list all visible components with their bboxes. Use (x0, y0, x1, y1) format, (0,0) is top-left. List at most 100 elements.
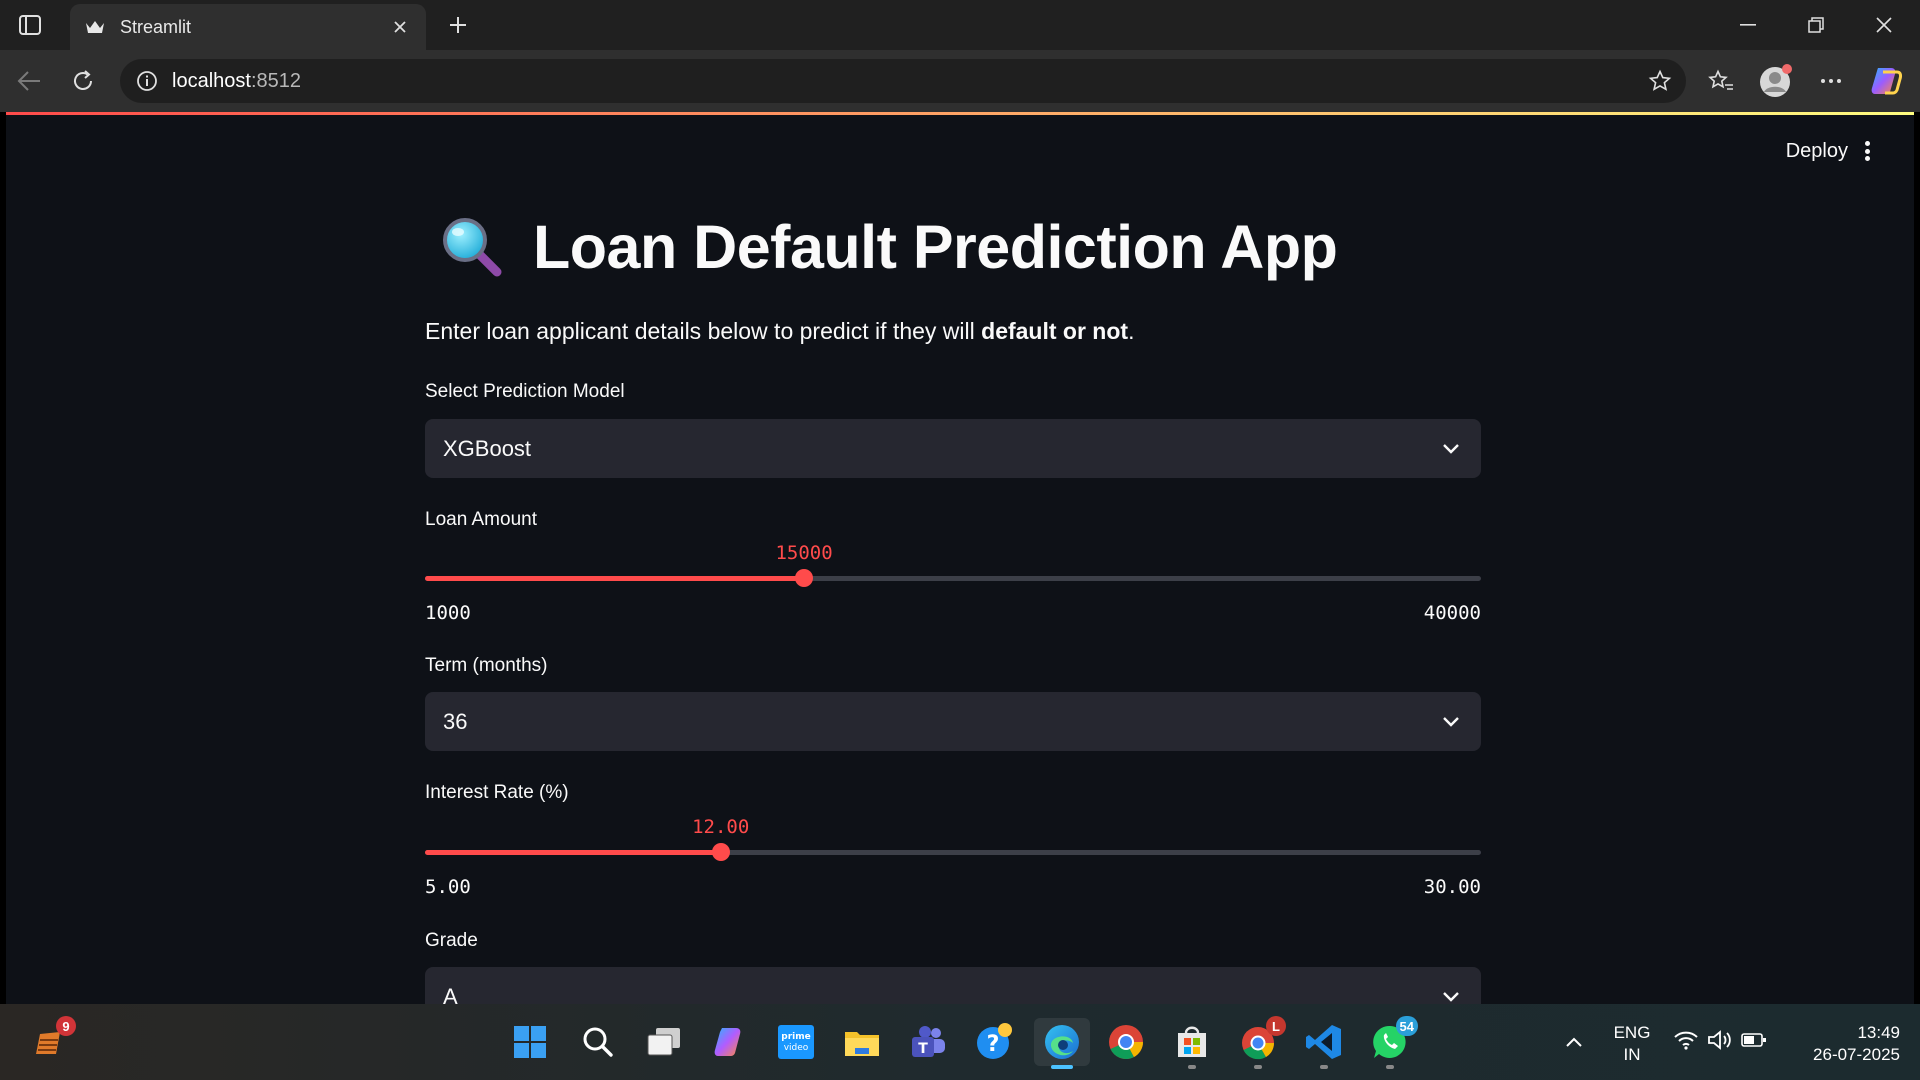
chevron-up-icon[interactable] (1550, 1018, 1598, 1066)
loan-amount-value: 15000 (775, 542, 833, 564)
close-tab-icon[interactable] (388, 15, 412, 39)
main-menu-icon[interactable] (1860, 138, 1874, 164)
volume-icon (1707, 1029, 1733, 1056)
subtitle-bold-text: default or not (981, 318, 1129, 344)
clock-date: 26-07-2025 (1813, 1045, 1900, 1064)
widgets-badge: 9 (56, 1016, 76, 1036)
running-indicator (1320, 1065, 1328, 1069)
task-view-icon[interactable] (640, 1018, 688, 1066)
term-select[interactable]: 36 (425, 692, 1481, 751)
slider-thumb[interactable] (711, 843, 730, 861)
search-icon[interactable] (574, 1018, 622, 1066)
tab-title: Streamlit (120, 16, 192, 37)
vscode-icon[interactable] (1300, 1018, 1348, 1069)
clock[interactable]: 13:49 26-07-2025 (1790, 1022, 1900, 1066)
windows-start-icon[interactable] (506, 1018, 554, 1066)
deploy-button[interactable]: Deploy (1786, 140, 1848, 163)
slider-track (425, 850, 1481, 855)
battery-icon (1741, 1032, 1767, 1053)
widgets-icon[interactable]: 9 (24, 1016, 76, 1066)
whatsapp-icon[interactable]: 54 (1366, 1016, 1418, 1069)
magnifying-glass-icon (441, 216, 503, 278)
streamlit-app-viewport: Deploy Loan Default Prediction App Enter… (6, 112, 1914, 1004)
slider-thumb[interactable] (795, 569, 814, 587)
term-select-label: Term (months) (425, 655, 548, 676)
system-tray[interactable] (1664, 1018, 1776, 1066)
profile-avatar-icon[interactable] (1755, 60, 1797, 102)
top-decoration-bar (6, 112, 1914, 115)
active-indicator (1051, 1065, 1073, 1069)
svg-text:video: video (784, 1043, 809, 1053)
subtitle-suffix: . (1128, 318, 1135, 344)
loan-amount-max: 40000 (1423, 602, 1481, 624)
chevron-down-icon (1431, 977, 1471, 1005)
browser-tab-streamlit[interactable]: Streamlit (70, 4, 426, 50)
more-menu-icon[interactable] (1810, 60, 1852, 102)
site-info-icon[interactable] (134, 68, 160, 94)
loan-amount-label: Loan Amount (425, 509, 537, 530)
svg-text:T: T (918, 1041, 928, 1057)
svg-text:?: ? (987, 1032, 1000, 1057)
chevron-down-icon (1431, 702, 1471, 742)
microsoft-store-icon[interactable] (1168, 1018, 1216, 1069)
url-text: localhost:8512 (172, 70, 301, 93)
clock-time: 13:49 (1857, 1023, 1900, 1042)
wifi-icon (1673, 1030, 1699, 1055)
running-indicator (1386, 1065, 1394, 1069)
loan-amount-min: 1000 (425, 602, 471, 624)
loan-amount-slider[interactable]: 15000 1000 40000 (425, 542, 1481, 624)
browser-tab-bar: Streamlit (0, 0, 1920, 50)
edge-browser-icon[interactable] (1034, 1018, 1090, 1069)
help-icon[interactable]: ? (970, 1018, 1018, 1066)
model-select[interactable]: XGBoost (425, 419, 1481, 478)
language-code: ENG (1613, 1023, 1651, 1042)
slider-fill (425, 576, 805, 581)
reload-icon[interactable] (62, 60, 104, 102)
back-arrow-icon[interactable] (8, 60, 50, 102)
chevron-down-icon (1431, 429, 1471, 469)
interest-rate-min: 5.00 (425, 876, 471, 898)
running-indicator (1254, 1065, 1262, 1069)
url-host: localhost (172, 69, 251, 92)
copilot-app-icon[interactable] (706, 1018, 754, 1066)
interest-rate-max: 30.00 (1423, 876, 1481, 898)
grade-select-value: A (443, 983, 458, 1005)
svg-text:prime: prime (781, 1032, 810, 1042)
title-row: Loan Default Prediction App (441, 212, 1338, 282)
page-subtitle: Enter loan applicant details below to pr… (425, 318, 1134, 345)
term-select-value: 36 (443, 708, 468, 734)
url-port: :8512 (250, 69, 301, 92)
slider-fill (425, 850, 721, 855)
minimize-button[interactable] (1714, 0, 1782, 50)
restore-button[interactable] (1782, 0, 1850, 50)
page-title: Loan Default Prediction App (533, 213, 1338, 281)
region-code: IN (1623, 1045, 1641, 1064)
address-bar[interactable]: localhost:8512 (120, 59, 1686, 103)
running-indicator (1188, 1065, 1196, 1069)
chrome-profile-badge: L (1266, 1016, 1286, 1036)
copilot-icon[interactable] (1865, 60, 1907, 102)
tab-actions-icon[interactable] (12, 8, 48, 42)
favorites-icon[interactable] (1700, 60, 1742, 102)
grade-select-label: Grade (425, 930, 478, 951)
browser-toolbar: localhost:8512 (0, 50, 1920, 112)
subtitle-text: Enter loan applicant details below to pr… (425, 318, 982, 344)
new-tab-button[interactable] (440, 8, 476, 42)
whatsapp-badge: 54 (1395, 1016, 1418, 1036)
interest-rate-slider[interactable]: 12.00 5.00 30.00 (425, 816, 1481, 898)
windows-taskbar: 9 prime video T ? L 54 ENG IN 13:49 26-0… (0, 1004, 1920, 1080)
close-window-button[interactable] (1850, 0, 1918, 50)
grade-select[interactable]: A (425, 967, 1481, 1004)
interest-rate-label: Interest Rate (%) (425, 782, 569, 803)
chrome-profile-icon[interactable]: L (1234, 1016, 1286, 1069)
language-indicator[interactable]: ENG IN (1602, 1022, 1662, 1066)
chrome-icon[interactable] (1102, 1018, 1150, 1066)
interest-rate-value: 12.00 (692, 816, 750, 838)
prime-video-icon[interactable]: prime video (772, 1018, 820, 1066)
file-explorer-icon[interactable] (838, 1018, 886, 1066)
favorite-star-icon[interactable] (1646, 67, 1674, 95)
model-select-label: Select Prediction Model (425, 381, 625, 402)
streamlit-crown-icon (84, 16, 106, 38)
model-select-value: XGBoost (443, 435, 532, 461)
teams-icon[interactable]: T (904, 1018, 952, 1066)
